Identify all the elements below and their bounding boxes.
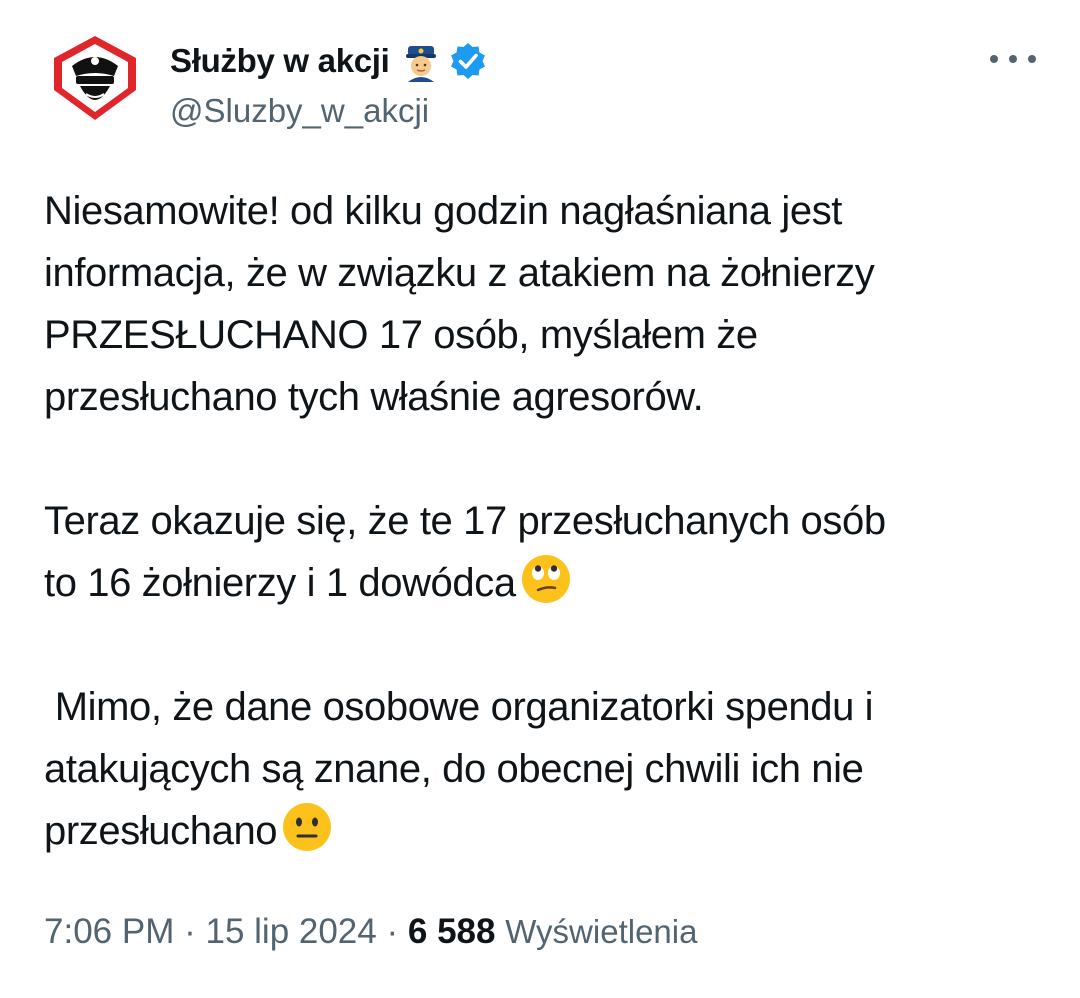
author-name-row: Służby w akcji: [170, 38, 488, 84]
more-options-icon[interactable]: [990, 48, 1036, 70]
eye-roll-emoji: [521, 555, 570, 603]
tweet-paragraph: Teraz okazuje się, że te 17 przesłuchany…: [44, 490, 1044, 614]
tweet-meta: 7:06 PM · 15 lip 2024 · 6 588 Wyświetlen…: [44, 912, 697, 952]
views-label[interactable]: Wyświetlenia: [505, 913, 697, 951]
meta-separator: ·: [386, 912, 399, 951]
tweet-paragraph-text: Mimo, że dane osobowe organizatorki spen…: [44, 685, 874, 853]
verified-badge-icon[interactable]: [448, 41, 488, 81]
police-mask-avatar-icon: [46, 30, 144, 128]
views-count[interactable]: 6 588: [408, 912, 496, 952]
tweet-date[interactable]: 15 lip 2024: [205, 912, 376, 952]
author-handle[interactable]: @Sluzby_w_akcji: [170, 92, 429, 130]
neutral-face-emoji: [283, 803, 332, 851]
tweet-time[interactable]: 7:06 PM: [44, 912, 174, 952]
author-display-name[interactable]: Służby w akcji: [170, 42, 390, 80]
dot-icon: [990, 55, 998, 63]
meta-separator: ·: [184, 912, 196, 951]
tweet-paragraph: Mimo, że dane osobowe organizatorki spen…: [44, 676, 1044, 862]
author-avatar[interactable]: [46, 30, 144, 128]
dot-icon: [1009, 55, 1017, 63]
police-officer-emoji: [405, 46, 436, 82]
tweet-paragraph: Niesamowite! od kilku godzin nagłaśniana…: [44, 189, 875, 419]
dot-icon: [1028, 55, 1036, 63]
tweet-paragraph-text: Teraz okazuje się, że te 17 przesłuchany…: [44, 499, 886, 605]
tweet-text: Niesamowite! od kilku godzin nagłaśniana…: [44, 180, 1044, 862]
